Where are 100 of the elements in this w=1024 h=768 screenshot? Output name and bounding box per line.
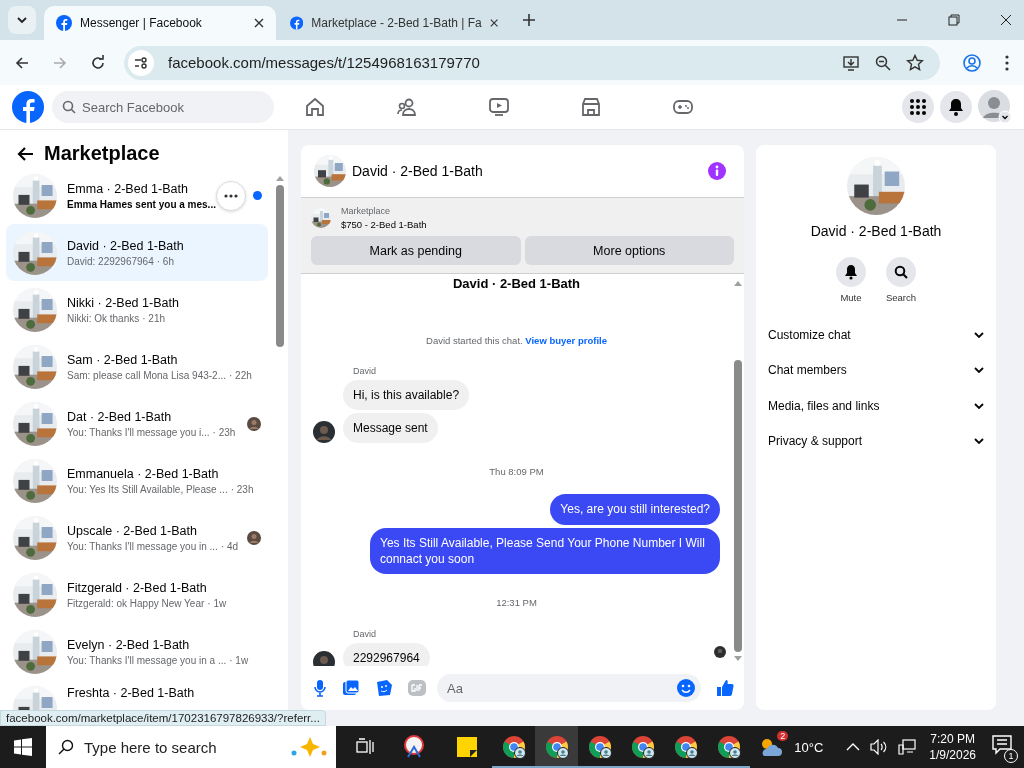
message-bubble: Yes, are you still interested?: [550, 494, 720, 525]
sender-name: David: [353, 628, 377, 639]
profile-icon[interactable]: [962, 52, 982, 73]
scroll-up-icon[interactable]: [733, 280, 743, 286]
network-icon[interactable]: [898, 739, 917, 755]
search-icon: [62, 100, 76, 114]
chrome-icon[interactable]: [716, 735, 741, 759]
thumbs-up-icon[interactable]: [716, 679, 734, 697]
chevron-down-icon: [974, 438, 984, 445]
browser-tab[interactable]: Messenger | Facebook: [44, 6, 276, 40]
mute-button[interactable]: [835, 257, 866, 287]
task-view-icon[interactable]: [356, 738, 374, 756]
account-avatar[interactable]: [978, 90, 1012, 124]
emoji-icon[interactable]: [677, 679, 695, 697]
details-section[interactable]: Media, files and links: [768, 388, 984, 424]
back-icon[interactable]: [14, 54, 30, 71]
chrome-icon[interactable]: [544, 735, 569, 759]
windows-icon[interactable]: [14, 738, 32, 756]
chevron-up-icon[interactable]: [846, 742, 861, 752]
chrome-icon[interactable]: [630, 735, 655, 759]
search-field[interactable]: Search Facebook: [52, 91, 274, 123]
bell-icon: [947, 98, 965, 116]
close-icon[interactable]: [1000, 14, 1012, 26]
browser-tab[interactable]: Marketplace - 2-Bed 1-Bath | Fa: [278, 6, 510, 40]
conversation-item[interactable]: Emma · 2-Bed 1-Bath Emma Hames sent you a mes...: [6, 167, 268, 224]
site-settings-icon[interactable]: [128, 49, 154, 76]
conversation-item[interactable]: Sam · 2-Bed 1-Bath Sam: please call Mona Lisa 943-2... · 22h: [6, 338, 268, 395]
notification-count: 1: [1004, 749, 1018, 763]
message-bubble: Yes Its Still Available, Please Send Your Phone Number I Will connact you soon: [370, 527, 720, 574]
chrome-icon[interactable]: [501, 735, 526, 759]
listing-action-button[interactable]: More options: [524, 236, 734, 265]
star-icon[interactable]: [906, 53, 924, 72]
conversation-name: Freshta · 2-Bed 1-Bath: [67, 686, 195, 700]
address-field[interactable]: facebook.com/messages/t/1254968163179770: [124, 45, 940, 80]
conversation-item[interactable]: Dat · 2-Bed 1-Bath You: Thanks I'll message you i... · 23h: [6, 395, 268, 452]
chrome-icon[interactable]: [673, 735, 698, 759]
message-preview: Nikki: Ok thanks: [67, 312, 140, 324]
taskbar-search-field[interactable]: Type here to search: [46, 726, 336, 768]
conversation-item[interactable]: Nikki · 2-Bed 1-Bath Nikki: Ok thanks · 21h: [6, 281, 268, 338]
sticker-icon[interactable]: [375, 679, 393, 697]
conversation-name: David · 2-Bed 1-Bath: [67, 238, 184, 253]
notifications-button[interactable]: [940, 91, 972, 123]
zoom-out-icon[interactable]: [874, 53, 892, 72]
conversation-name: Nikki · 2-Bed 1-Bath: [67, 295, 179, 310]
conversation-item[interactable]: David · 2-Bed 1-Bath David: 2292967964 · 6h: [6, 224, 268, 281]
conversation-item[interactable]: Fitzgerald · 2-Bed 1-Bath Fitzgerald: ok Happy New Year · 1w: [6, 566, 268, 623]
photo-icon[interactable]: [342, 679, 360, 697]
message-time: · 22h: [229, 369, 252, 381]
message-preview: Sam: please call Mona Lisa 943-2...: [67, 369, 226, 381]
menu-button[interactable]: [902, 91, 934, 123]
reload-icon[interactable]: [90, 54, 106, 71]
new-tab-icon[interactable]: [522, 13, 536, 27]
friends-icon[interactable]: [396, 96, 418, 118]
restore-icon[interactable]: [948, 14, 960, 26]
conversation-item[interactable]: Evelyn · 2-Bed 1-Bath You: Thanks I'll message you in a ... · 1w: [6, 623, 268, 680]
message-timestamp: 12:31 PM: [496, 596, 537, 608]
volume-icon[interactable]: [870, 739, 889, 755]
info-icon[interactable]: [708, 162, 726, 180]
microphone-icon[interactable]: [313, 679, 327, 697]
listing-action-button[interactable]: Mark as pending: [311, 236, 521, 265]
details-section[interactable]: Customize chat: [768, 317, 984, 353]
sticky-notes-icon[interactable]: [456, 736, 478, 758]
clock-date[interactable]: 1/9/2026: [929, 748, 976, 762]
message-field[interactable]: Aa: [437, 674, 701, 702]
message-bubble: Hi, is this available?: [343, 380, 470, 411]
tab-search-button[interactable]: [8, 6, 36, 34]
message-time: · 1w: [207, 597, 227, 609]
details-section[interactable]: Chat members: [768, 352, 984, 388]
message-time: · 23h: [212, 426, 236, 438]
weather-badge: 2: [777, 731, 789, 741]
search-icon: [58, 739, 74, 755]
marketplace-icon[interactable]: [580, 96, 602, 118]
close-icon[interactable]: [254, 18, 264, 28]
scrollbar-thumb[interactable]: [276, 185, 284, 347]
back-icon[interactable]: [16, 145, 34, 162]
buyer-profile-link[interactable]: View buyer profile: [525, 335, 607, 346]
conversation-item[interactable]: Upscale · 2-Bed 1-Bath You: Thanks I'll message you in ... · 4d: [6, 509, 268, 566]
conversation-item[interactable]: Emmanuela · 2-Bed 1-Bath You: Yes Its Still Available, Please ... · 23h: [6, 452, 268, 509]
scroll-down-icon[interactable]: [733, 656, 743, 662]
sender-name: David: [353, 366, 377, 376]
install-app-icon[interactable]: [842, 53, 860, 72]
scroll-up-icon[interactable]: [275, 175, 285, 181]
conversation-name: Emma · 2-Bed 1-Bath: [67, 181, 189, 196]
details-title: David · 2-Bed 1-Bath: [810, 223, 942, 239]
home-icon[interactable]: [304, 96, 326, 118]
chat-intro: David started this chat. View buyer profile: [426, 335, 607, 346]
search-button[interactable]: [886, 257, 916, 287]
chrome-icon[interactable]: [587, 735, 612, 759]
scrollbar-thumb[interactable]: [734, 360, 742, 652]
details-section[interactable]: Privacy & support: [768, 423, 984, 459]
conversation-name: Evelyn · 2-Bed 1-Bath: [67, 637, 191, 652]
facebook-logo[interactable]: [12, 91, 44, 123]
close-icon[interactable]: [489, 18, 498, 28]
thread-title: David · 2-Bed 1-Bath: [452, 276, 581, 291]
notification-icon[interactable]: [992, 735, 1014, 755]
video-icon[interactable]: [488, 96, 510, 118]
menu-icon[interactable]: [1004, 53, 1010, 72]
clock-time[interactable]: 7:20 PM: [930, 732, 975, 746]
message-preview: You: Thanks I'll message you in a ...: [67, 654, 227, 666]
message-preview: David: 2292967964: [67, 255, 154, 267]
